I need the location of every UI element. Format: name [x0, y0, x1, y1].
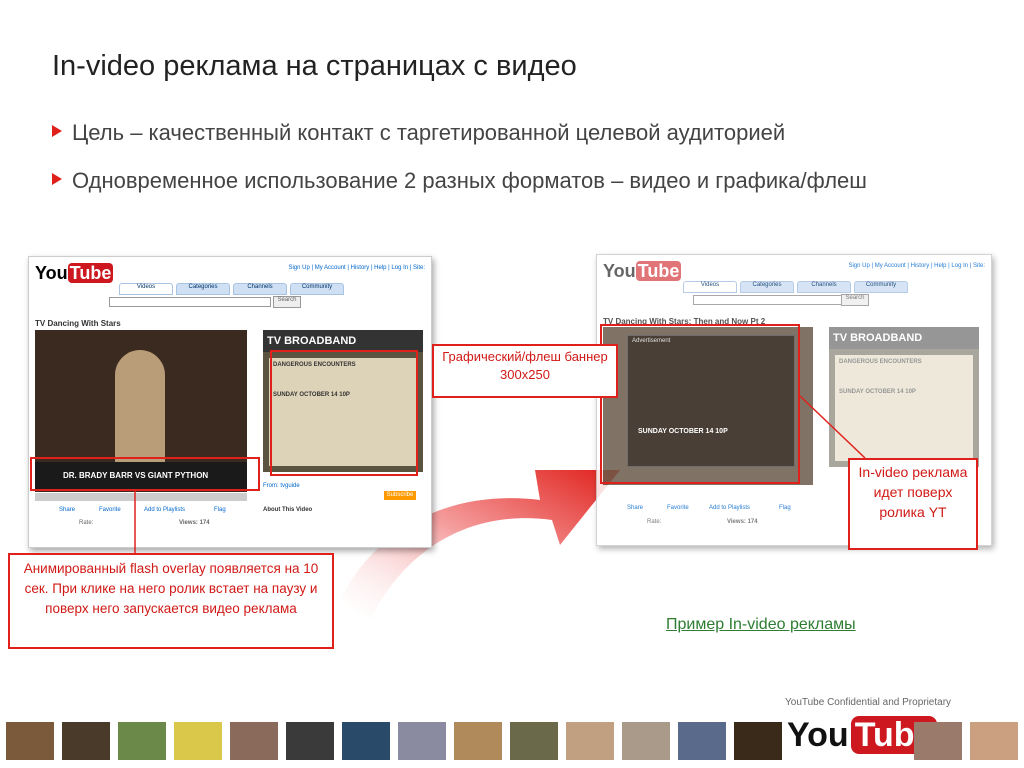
thumbnail: [6, 722, 54, 760]
tab-community[interactable]: Community: [290, 283, 344, 295]
thumbnail: [342, 722, 390, 760]
invideo-highlight: [600, 324, 800, 484]
invideo-example-link[interactable]: Пример In-video рекламы: [666, 616, 856, 634]
tab-categories[interactable]: Categories: [176, 283, 230, 295]
add-to-playlists-link[interactable]: Add to Playlists: [144, 507, 185, 513]
thumbnail: [454, 722, 502, 760]
top-links[interactable]: Sign Up | My Account | History | Help | …: [848, 263, 985, 269]
ad-header: TV BROADBAND: [829, 327, 979, 349]
search-input[interactable]: [693, 295, 855, 305]
thumbnail: [970, 722, 1018, 760]
tab-categories[interactable]: Categories: [740, 281, 794, 293]
tab-channels[interactable]: Channels: [797, 281, 851, 293]
tab-community[interactable]: Community: [854, 281, 908, 293]
rate-label: Rate:: [79, 520, 94, 526]
tab-videos[interactable]: Videos: [683, 281, 737, 293]
thumbnail: [678, 722, 726, 760]
flag-link[interactable]: Flag: [214, 507, 226, 513]
search-button[interactable]: Search: [273, 296, 301, 308]
flag-link[interactable]: Flag: [779, 505, 791, 511]
overlay-highlight: [30, 457, 260, 491]
youtube-logo: You Tube: [603, 261, 682, 281]
video-title: TV Dancing With Stars: [35, 319, 121, 328]
thumbnail: [622, 722, 670, 760]
youtube-logo: You Tube: [35, 263, 114, 283]
thumbnail: [914, 722, 962, 760]
favorite-link[interactable]: Favorite: [667, 505, 689, 511]
tab-videos[interactable]: Videos: [119, 283, 173, 295]
thumbnail: [230, 722, 278, 760]
thumbnail: [566, 722, 614, 760]
search-input[interactable]: [109, 297, 271, 307]
thumbnail: [734, 722, 782, 760]
invideo-callout: In-video реклама идет поверх ролика YT: [848, 458, 978, 550]
thumbnail: [286, 722, 334, 760]
add-to-playlists-link[interactable]: Add to Playlists: [709, 505, 750, 511]
rate-label: Rate:: [647, 519, 662, 525]
thumbnail: [62, 722, 110, 760]
thumbnail: [174, 722, 222, 760]
share-link[interactable]: Share: [59, 507, 75, 513]
favorite-link[interactable]: Favorite: [99, 507, 121, 513]
thumbnail: [118, 722, 166, 760]
confidential-note: YouTube Confidential and Proprietary: [785, 697, 952, 708]
channel-from[interactable]: From: tvguide: [263, 483, 300, 489]
about-heading: About This Video: [263, 507, 313, 513]
share-link[interactable]: Share: [627, 505, 643, 511]
views-count: Views: 174: [727, 519, 758, 525]
banner-highlight: [270, 350, 418, 476]
subscribe-button[interactable]: Subscribe: [384, 491, 416, 500]
views-count: Views: 174: [179, 520, 210, 526]
tvguide-ad-banner[interactable]: TV BROADBAND DANGEROUS ENCOUNTERS SUNDAY…: [829, 327, 979, 467]
banner-callout: Графический/флеш баннер 300x250: [432, 344, 618, 398]
search-button[interactable]: Search: [841, 294, 869, 306]
tab-channels[interactable]: Channels: [233, 283, 287, 295]
thumbnail: [398, 722, 446, 760]
player-controls[interactable]: [35, 493, 247, 501]
thumbnail: [510, 722, 558, 760]
overlay-callout: Анимированный flash overlay появляется н…: [8, 553, 334, 649]
top-links[interactable]: Sign Up | My Account | History | Help | …: [288, 265, 425, 271]
ad-header: TV BROADBAND: [263, 330, 423, 352]
ad-content: DANGEROUS ENCOUNTERS SUNDAY OCTOBER 14 1…: [835, 355, 973, 461]
